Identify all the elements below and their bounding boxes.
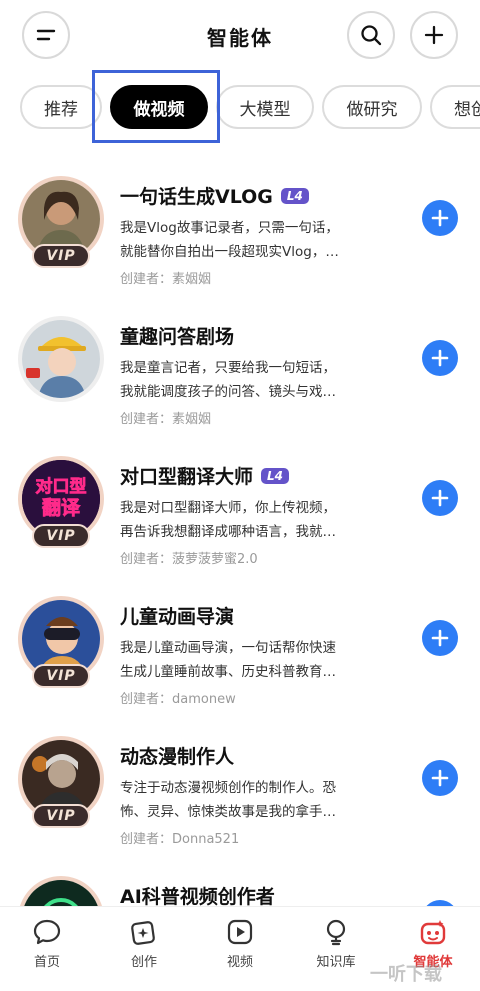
agent-name: 童趣问答剧场 (120, 326, 235, 348)
plus-icon (431, 489, 449, 507)
agent-creator: 创建者：damonew (120, 692, 236, 707)
agent-list[interactable]: VIP 一句话生成VLOG L4 我是Vlog故事记录者，只需一句话， 就能替你… (0, 160, 480, 906)
agent-card[interactable]: AI科普视频创作者 (0, 868, 480, 906)
level-badge: L4 (261, 467, 290, 484)
agent-card[interactable]: VIP 动态漫制作人 专注于动态漫视频创作的制作人。恐 怖、灵异、惊悚类故事是我… (0, 728, 480, 868)
avatar: VIP (18, 596, 104, 688)
add-agent-button[interactable] (422, 620, 458, 656)
plus-icon (431, 349, 449, 367)
agent-name: 儿童动画导演 (120, 606, 235, 628)
page-title: 智能体 (207, 26, 273, 50)
agent-name: 动态漫制作人 (120, 746, 235, 768)
tab-make-video[interactable]: 做视频 (110, 85, 208, 129)
chat-bubble-icon (33, 919, 61, 945)
level-badge: L4 (280, 187, 309, 204)
create-cards-icon (131, 921, 155, 945)
add-agent-button[interactable] (422, 200, 458, 236)
avatar-photo-icon (22, 880, 100, 906)
nav-item-knowledge[interactable]: 知识库 (296, 917, 376, 970)
vip-badge: VIP (32, 804, 90, 828)
agent-description: 我是儿童动画导演，一句话帮你快速 生成儿童睡前故事、历史科普教育… (120, 640, 336, 680)
nav-label: 知识库 (316, 955, 356, 970)
tab-recommend[interactable]: 推荐 (20, 85, 102, 129)
nav-item-home[interactable]: 首页 (7, 917, 87, 970)
avatar: VIP (18, 176, 104, 268)
add-agent-button[interactable] (422, 760, 458, 796)
agent-card[interactable]: 对口型 翻译 VIP 对口型翻译大师 L4 我是对口型翻译大师，你上传视频， 再… (0, 448, 480, 588)
tab-research[interactable]: 做研究 (322, 85, 422, 129)
add-agent-button[interactable] (422, 480, 458, 516)
agent-creator: 创建者：Donna521 (120, 832, 240, 847)
tab-large-model[interactable]: 大模型 (216, 85, 314, 129)
agent-creator: 创建者：菠萝菠萝蜜2.0 (120, 552, 258, 567)
agent-description: 我是童言记者，只要给我一句短话， 我就能调度孩子的问答、镜头与戏… (120, 360, 336, 400)
avatar-text-line1: 对口型 (36, 476, 87, 497)
nav-item-video[interactable]: 视频 (200, 917, 280, 970)
agent-description: 专注于动态漫视频创作的制作人。恐 怖、灵异、惊悚类故事是我的拿手… (120, 780, 336, 820)
add-button[interactable] (410, 11, 458, 59)
agent-creator: 创建者：素姻姻 (120, 272, 212, 287)
agent-description: 我是对口型翻译大师，你上传视频， 再告诉我想翻译成哪种语言，我就… (120, 500, 336, 540)
nav-label: 视频 (226, 955, 253, 970)
category-tabs: 推荐 做视频 大模型 做研究 想创 (0, 80, 480, 130)
plus-icon (431, 629, 449, 647)
avatar-photo-icon (22, 320, 100, 398)
avatar: VIP (18, 736, 104, 828)
agent-description: 我是Vlog故事记录者，只需一句话， 就能替你自拍出一段超现实Vlog，… (120, 220, 339, 260)
add-agent-button[interactable] (422, 340, 458, 376)
agent-name: AI科普视频创作者 (120, 886, 275, 906)
agent-card[interactable]: 童趣问答剧场 我是童言记者，只要给我一句短话， 我就能调度孩子的问答、镜头与戏…… (0, 308, 480, 448)
vip-badge: VIP (32, 524, 90, 548)
vip-badge: VIP (32, 244, 90, 268)
nav-label: 首页 (33, 955, 60, 970)
plus-icon (424, 25, 444, 45)
site-watermark: 一听下载 (370, 964, 442, 985)
avatar (18, 316, 104, 402)
agent-name: 一句话生成VLOG L4 (120, 182, 309, 209)
top-bar: 智能体 (0, 0, 480, 70)
plus-icon (431, 769, 449, 787)
search-button[interactable] (347, 11, 395, 59)
avatar: 对口型 翻译 VIP (18, 456, 104, 548)
avatar (18, 876, 104, 906)
plus-icon (431, 209, 449, 227)
agent-card[interactable]: VIP 一句话生成VLOG L4 我是Vlog故事记录者，只需一句话， 就能替你… (0, 168, 480, 308)
tab-create[interactable]: 想创 (430, 85, 480, 129)
video-play-icon (227, 919, 253, 945)
vip-badge: VIP (32, 664, 90, 688)
agent-name: 对口型翻译大师 L4 (120, 462, 290, 489)
agent-card[interactable]: VIP 儿童动画导演 我是儿童动画导演，一句话帮你快速 生成儿童睡前故事、历史科… (0, 588, 480, 728)
agent-bot-icon (420, 920, 446, 945)
search-icon (361, 25, 382, 46)
agent-creator: 创建者：素姻姻 (120, 412, 212, 427)
lightbulb-icon (326, 919, 346, 946)
avatar-text-line2: 翻译 (42, 496, 81, 519)
nav-label: 创作 (130, 955, 157, 970)
nav-item-create[interactable]: 创作 (104, 917, 184, 970)
